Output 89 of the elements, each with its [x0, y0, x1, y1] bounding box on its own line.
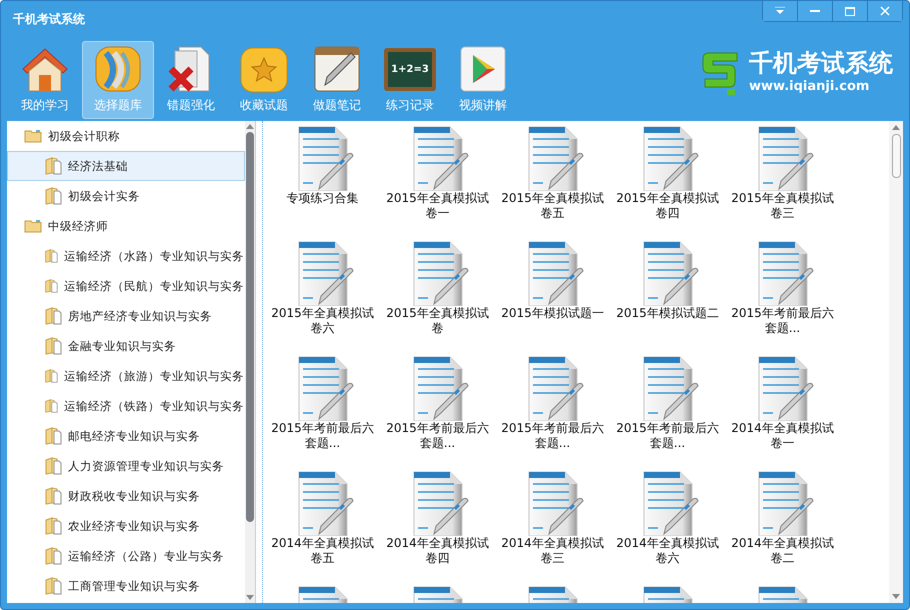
book-icon: [44, 307, 62, 325]
chalkboard-icon: 1+2=3: [384, 48, 436, 91]
book-icon: [44, 487, 62, 505]
paper-item[interactable]: 2014年全真模拟试卷三: [495, 470, 610, 585]
minimize-button[interactable]: [797, 1, 832, 21]
book-icon: [44, 427, 62, 445]
scroll-down-icon: [892, 594, 900, 599]
paper-item[interactable]: 2015年全真模拟试卷四: [610, 125, 725, 240]
close-button[interactable]: [867, 1, 902, 21]
tree-item-label: 经济法基础: [68, 158, 128, 174]
scroll-down-icon: [246, 595, 254, 600]
paper-item[interactable]: 2015年考前最后六套题...: [495, 355, 610, 470]
paper-item[interactable]: 2015年全真模拟试卷一: [380, 125, 495, 240]
tree-item-label: 工商管理专业知识与实务: [68, 578, 200, 594]
caret-icon: [775, 7, 785, 15]
paper-item[interactable]: 专项练习合集: [265, 125, 380, 240]
paper-item[interactable]: 2014年全真模拟试卷五: [265, 470, 380, 585]
book-icon: [44, 457, 62, 475]
tree-item-label: 运输经济（公路）专业与实务: [68, 548, 224, 564]
tree-item-label: 运输经济（水路）专业知识与实务: [64, 248, 244, 264]
tree-item[interactable]: 人力资源管理专业知识与实务: [7, 451, 245, 481]
tree-item-label: 中级经济师: [48, 218, 108, 234]
tree-item[interactable]: 经济法基础: [7, 151, 245, 181]
book-icon: [44, 367, 58, 385]
paper-item[interactable]: 2015年全真模拟试卷五: [495, 125, 610, 240]
paper-item[interactable]: 2015年考前最后六套题...: [380, 355, 495, 470]
paper-item[interactable]: 2014年全真模拟试卷二: [725, 470, 840, 585]
tree-item[interactable]: 运输经济（民航）专业知识与实务: [7, 271, 245, 301]
tree-item[interactable]: 农业经济专业知识与实务: [7, 511, 245, 541]
maximize-icon: [845, 6, 855, 16]
paper-item[interactable]: 2014年全真模拟试卷六: [610, 470, 725, 585]
scroll-thumb[interactable]: [892, 134, 900, 178]
tree-item-label: 邮电经济专业知识与实务: [68, 428, 200, 444]
tree-item-label: 金融专业知识与实务: [68, 338, 176, 354]
paper-item[interactable]: 2015年考前最后六套题...: [265, 355, 380, 470]
tree-item-label: 运输经济（旅游）专业知识与实务: [64, 368, 244, 384]
tree-item[interactable]: 运输经济（铁路）专业知识与实务: [7, 391, 245, 421]
tree-item-label: 运输经济（铁路）专业知识与实务: [64, 398, 244, 414]
tree-item[interactable]: 中级经济师: [7, 211, 245, 241]
scrollbar[interactable]: [889, 121, 903, 603]
tree-item-label: 财政税收专业知识与实务: [68, 488, 200, 504]
scroll-up-icon: [892, 125, 900, 130]
tree-item[interactable]: 运输经济（旅游）专业知识与实务: [7, 361, 245, 391]
scroll-up-icon: [246, 124, 254, 129]
tree-item[interactable]: 财政税收专业知识与实务: [7, 481, 245, 511]
paper-item[interactable]: 2015年全真模拟试卷六: [265, 240, 380, 355]
paper-item[interactable]: 2015年考前最后六套题...: [725, 240, 840, 355]
book-icon: [44, 337, 62, 355]
tree-item-label: 房地产经济专业知识与实务: [68, 308, 212, 324]
book-icon: [44, 157, 62, 175]
tree-item[interactable]: 工商管理专业知识与实务: [7, 571, 245, 601]
paper-item[interactable]: 2015年考前最后六套题...: [610, 355, 725, 470]
folder-icon: [24, 129, 42, 143]
scroll-thumb[interactable]: [246, 132, 254, 522]
tree-item[interactable]: 运输经济（公路）专业与实务: [7, 541, 245, 571]
paper-item[interactable]: 2015年模拟试题一: [495, 240, 610, 355]
tree-item[interactable]: 运输经济（水路）专业知识与实务: [7, 241, 245, 271]
scrollbar[interactable]: [245, 121, 255, 603]
paper-item[interactable]: 2015年全真模拟试卷三: [725, 125, 840, 240]
logo-url: www.iqianji.com: [749, 78, 870, 94]
maximize-button[interactable]: [832, 1, 867, 21]
folder-icon: [24, 219, 42, 233]
book-icon: [44, 517, 62, 535]
dropdown-button[interactable]: [763, 1, 797, 21]
tree-item-label: 初级会计实务: [68, 188, 140, 204]
paper-item[interactable]: 2015年全真模拟试卷: [380, 240, 495, 355]
tree-item-label: 人力资源管理专业知识与实务: [68, 458, 224, 474]
book-icon: [44, 187, 62, 205]
tree-item[interactable]: 金融专业知识与实务: [7, 331, 245, 361]
close-icon: [880, 6, 890, 16]
paper-item[interactable]: 2014年全真模拟试卷一: [725, 355, 840, 470]
minimize-icon: [810, 10, 820, 12]
paper-item[interactable]: 2015年模拟试题二: [610, 240, 725, 355]
logo-name: 千机考试系统: [749, 48, 893, 78]
book-icon: [44, 277, 58, 295]
tree-item[interactable]: 初级会计实务: [7, 181, 245, 211]
tree-item[interactable]: 初级会计职称: [7, 121, 245, 151]
book-icon: [44, 397, 58, 415]
book-icon: [44, 247, 58, 265]
toolbar-button[interactable]: 1+2=3 练习记录: [374, 41, 446, 119]
window-title: 千机考试系统: [12, 11, 85, 23]
tree-item-label: 农业经济专业知识与实务: [68, 518, 200, 534]
tree-item-label: 运输经济（民航）专业知识与实务: [64, 278, 244, 294]
tree-item-label: 初级会计职称: [48, 128, 120, 144]
book-icon: [44, 547, 62, 565]
tree-item[interactable]: 邮电经济专业知识与实务: [7, 421, 245, 451]
paper-item[interactable]: 2014年全真模拟试卷四: [380, 470, 495, 585]
tree-item[interactable]: 房地产经济专业知识与实务: [7, 301, 245, 331]
book-icon: [44, 577, 62, 595]
